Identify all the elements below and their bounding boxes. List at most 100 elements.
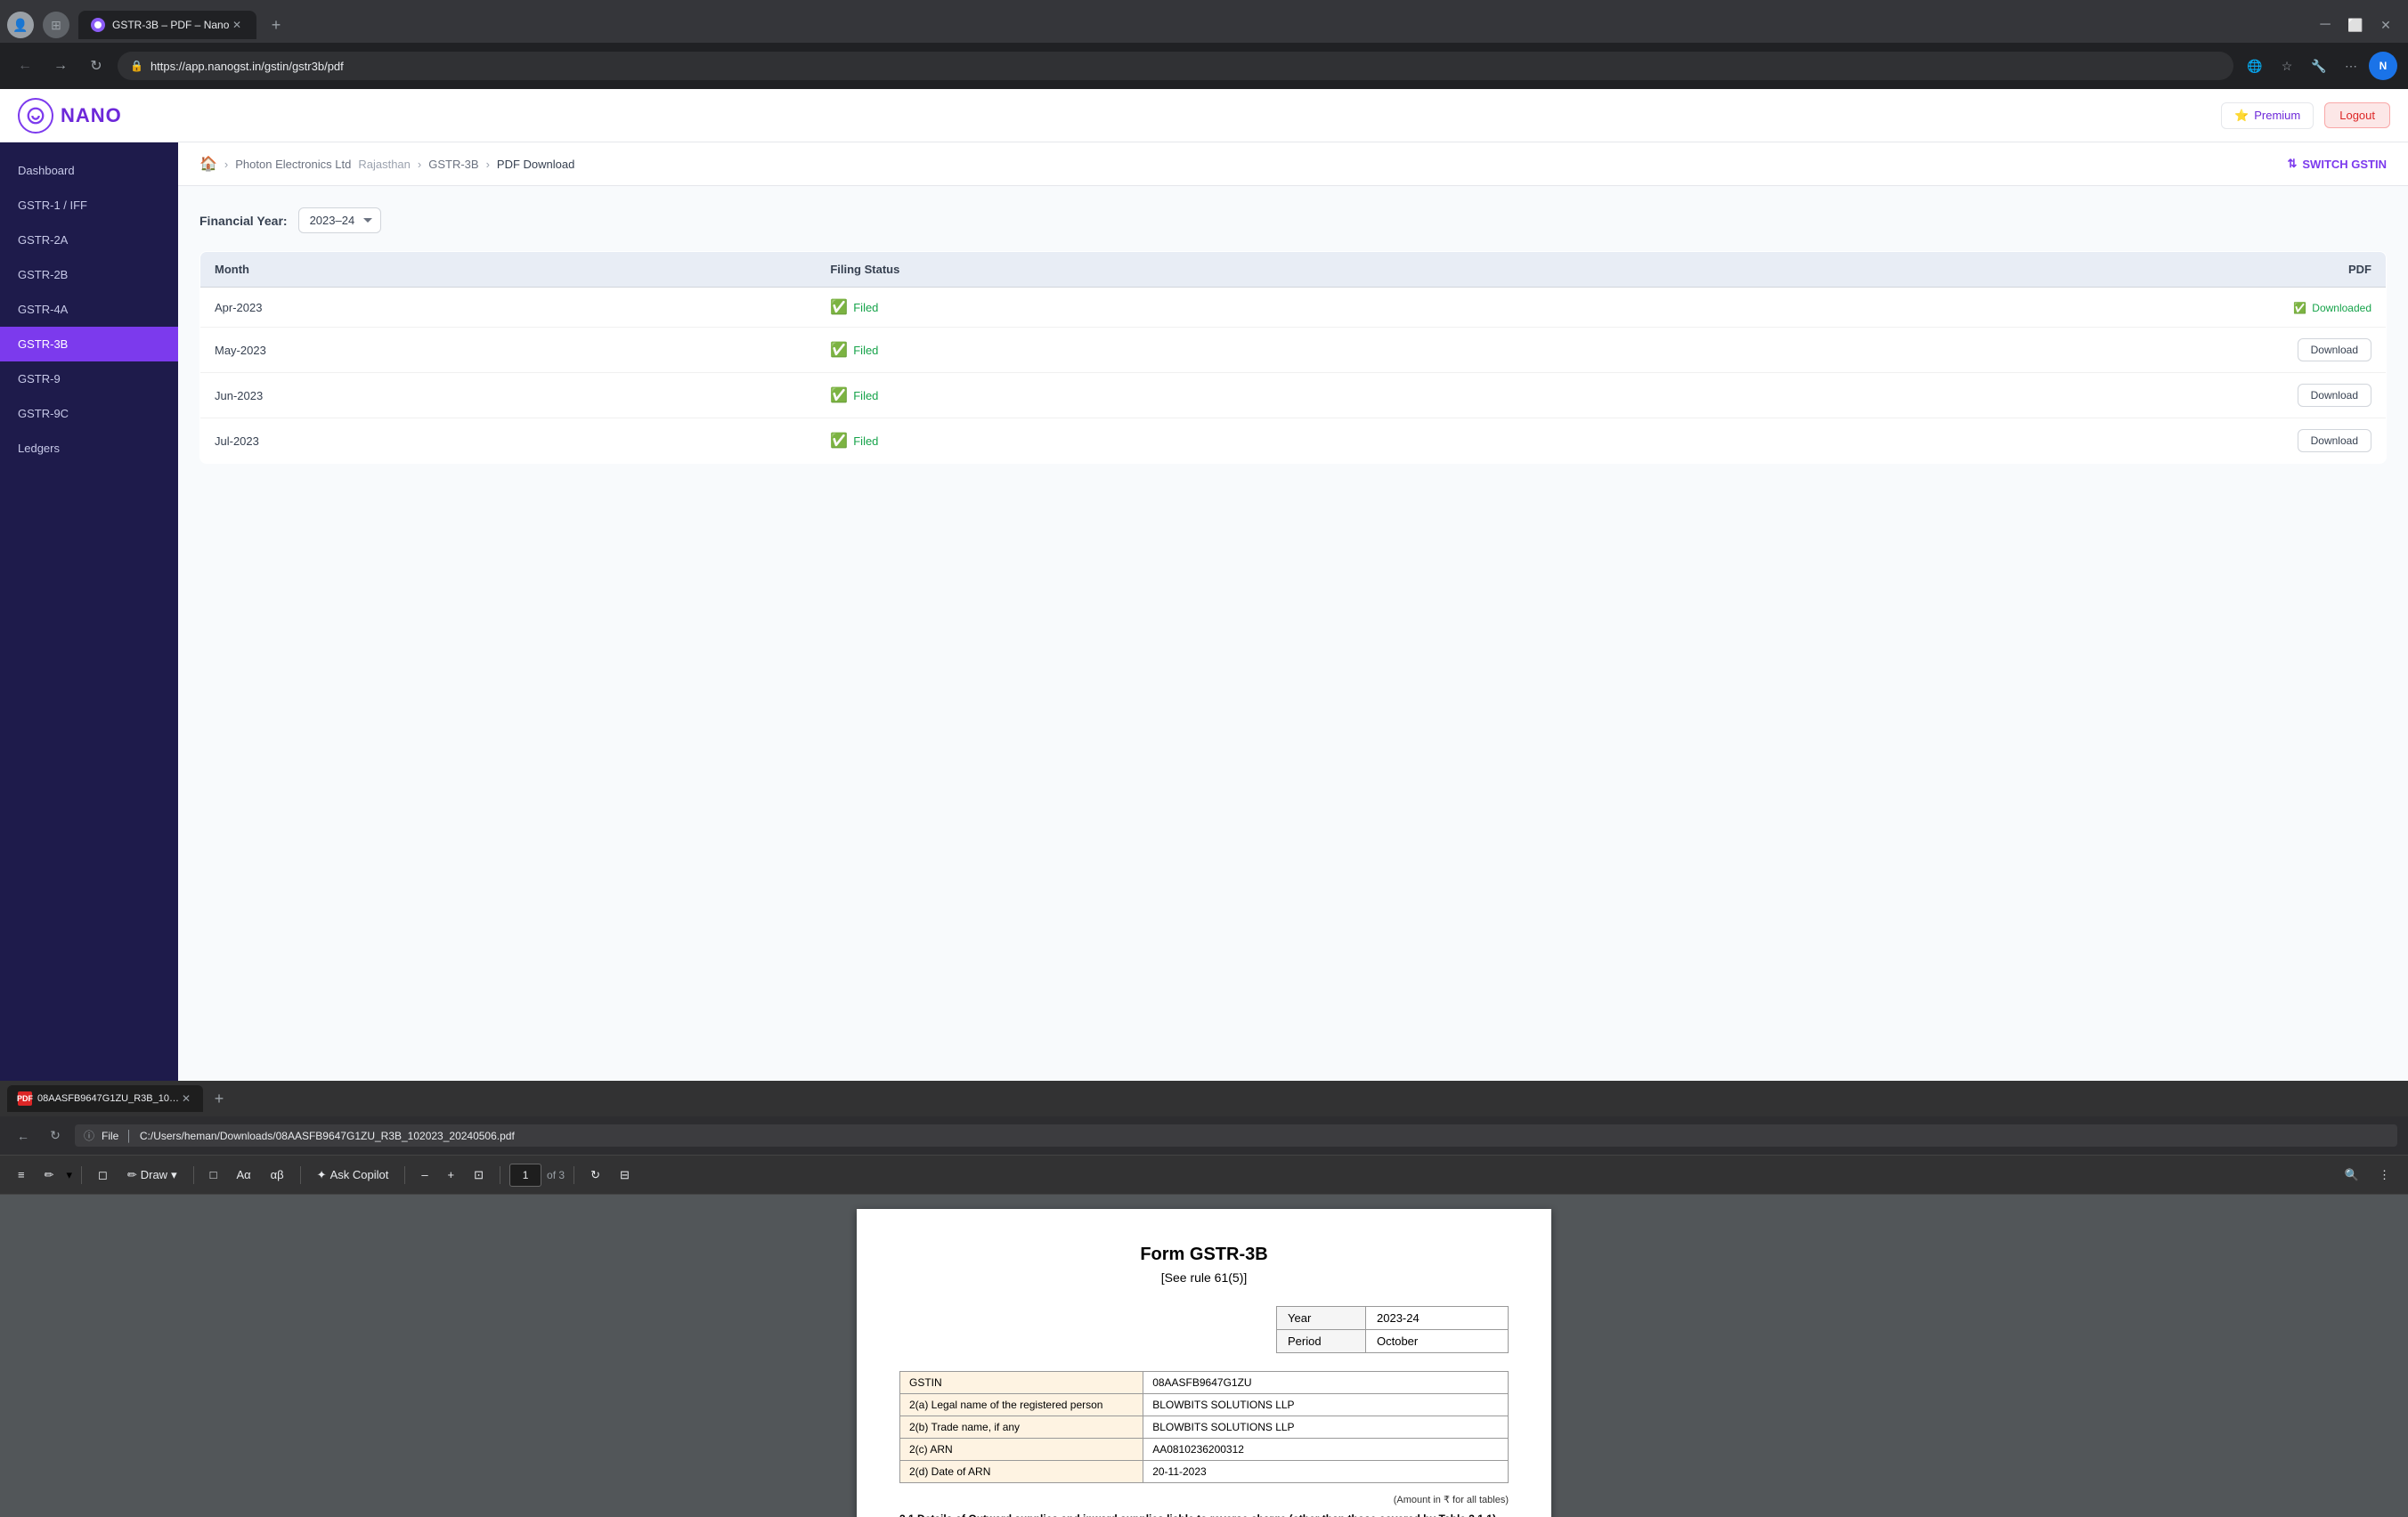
pdf-reload-btn[interactable]: ↻ [43, 1124, 68, 1148]
pdf-rotate-btn[interactable]: ↻ [583, 1163, 607, 1188]
pdf-tab-close-btn[interactable]: ✕ [180, 1091, 192, 1107]
more-btn[interactable]: ⋯ [2337, 52, 2365, 80]
data-table: Month Filing Status PDF Apr-2023 ✅ Filed ✅ … [199, 251, 2387, 464]
pdf-annotate-btn[interactable]: ✏ [37, 1163, 61, 1188]
translate-btn[interactable]: 🌐 [2241, 52, 2269, 80]
downloaded-badge: ✅ Downloaded [2293, 302, 2371, 314]
col-pdf: PDF [1566, 252, 2387, 288]
sidebar-item-ledgers[interactable]: Ledgers [0, 431, 178, 466]
extension-icon[interactable]: N [2369, 52, 2397, 80]
pdf-info-table: Year 2023-24 Period October [1276, 1306, 1509, 1353]
pdf-shape-btn[interactable]: □ [203, 1163, 224, 1188]
home-icon[interactable]: 🏠 [199, 155, 217, 173]
pdf-page-input[interactable] [509, 1164, 541, 1187]
cell-pdf: Download [1566, 418, 2387, 464]
col-status: Filing Status [816, 252, 1566, 288]
back-btn[interactable]: ← [11, 52, 39, 80]
cell-month: Apr-2023 [200, 288, 817, 328]
pdf-page: Form GSTR-3B [See rule 61(5)] Year 2023-… [857, 1209, 1551, 1517]
active-tab[interactable]: GSTR-3B – PDF – Nano ✕ [78, 11, 256, 39]
pdf-ask-copilot-btn[interactable]: ✦ Ask Copilot [310, 1163, 396, 1188]
pdf-more-tools-btn[interactable]: ⋮ [2371, 1163, 2397, 1188]
pdf-fit-btn[interactable]: ⊡ [467, 1163, 491, 1188]
pdf-zoom-out-btn[interactable]: – [414, 1163, 435, 1188]
sidebar-item-gstr1iff[interactable]: GSTR-1 / IFF [0, 188, 178, 223]
pdf-list-view-btn[interactable]: ≡ [11, 1163, 32, 1188]
pdf-text-size-btn[interactable]: Aα [229, 1163, 257, 1188]
breadcrumb-state: Rajasthan [358, 158, 411, 171]
pdf-annotate-dropdown[interactable]: ▾ [67, 1168, 73, 1182]
sidebar-item-gstr2a[interactable]: GSTR-2A [0, 223, 178, 257]
pdf-field-value: 20-11-2023 [1143, 1461, 1509, 1483]
download-btn[interactable]: Download [2298, 338, 2371, 361]
pdf-field-label: 2(a) Legal name of the registered person [900, 1394, 1143, 1416]
minimize-btn[interactable]: ─ [2314, 13, 2337, 37]
switch-gstin-icon: ⇅ [2287, 157, 2297, 171]
col-month: Month [200, 252, 817, 288]
sidebar-item-gstr4a[interactable]: GSTR-4A [0, 292, 178, 327]
pdf-active-tab[interactable]: PDF 08AASFB9647G1ZU_R3B_102023... ✕ [7, 1085, 203, 1112]
switch-gstin-btn[interactable]: ⇅ SWITCH GSTIN [2287, 157, 2387, 171]
download-btn[interactable]: Download [2298, 384, 2371, 407]
pdf-zoom-in-btn[interactable]: + [441, 1163, 462, 1188]
table-header-row: Month Filing Status PDF [200, 252, 2387, 288]
filed-check-icon: ✅ [830, 341, 848, 359]
pdf-toolbar: ≡ ✏ ▾ ◻ ✏ Draw ▾ □ Aα αβ ✦ Ask Copilot –… [0, 1156, 2408, 1195]
breadcrumb-sep-1: › [224, 158, 228, 171]
header-right: ⭐ Premium Logout [2221, 102, 2390, 129]
pdf-eraser-btn[interactable]: ◻ [91, 1163, 115, 1188]
fy-select[interactable]: 2021–22 2022–23 2023–24 2024–25 [298, 207, 381, 233]
pdf-content-area: Form GSTR-3B [See rule 61(5)] Year 2023-… [0, 1195, 2408, 1517]
new-tab-btn[interactable]: + [264, 12, 289, 37]
logout-button[interactable]: Logout [2324, 102, 2390, 128]
content-area: Financial Year: 2021–22 2022–23 2023–24 … [178, 186, 2408, 485]
pdf-search-btn[interactable]: 🔍 [2338, 1163, 2366, 1188]
pdf-field-value: 08AASFB9647G1ZU [1143, 1372, 1509, 1394]
reload-btn[interactable]: ↻ [82, 52, 110, 80]
pdf-year-label: Year [1277, 1307, 1366, 1330]
tab-group: 👤 ⊞ GSTR-3B – PDF – Nano ✕ + [7, 11, 289, 39]
sidebar-item-dashboard[interactable]: Dashboard [0, 153, 178, 188]
profile-avatar[interactable]: 👤 [7, 12, 34, 38]
app-header: NANO ⭐ Premium Logout [0, 89, 2408, 142]
pdf-back-btn[interactable]: ← [11, 1124, 36, 1148]
sidebar-item-gstr9c[interactable]: GSTR-9C [0, 396, 178, 431]
maximize-btn[interactable]: ⬜ [2344, 13, 2367, 37]
tab-close-btn[interactable]: ✕ [230, 18, 244, 32]
switch-gstin-label: SWITCH GSTIN [2302, 158, 2387, 171]
pdf-gstin-row: GSTIN08AASFB9647G1ZU [900, 1372, 1509, 1394]
sidebar-item-gstr2b[interactable]: GSTR-2B [0, 257, 178, 292]
breadcrumb-module[interactable]: GSTR-3B [428, 158, 478, 171]
status-text: Filed [853, 344, 878, 357]
download-btn[interactable]: Download [2298, 429, 2371, 452]
forward-btn[interactable]: → [46, 52, 75, 80]
pdf-file-label: File [102, 1130, 118, 1142]
pdf-new-tab-btn[interactable]: + [207, 1086, 232, 1111]
logo-text: NANO [61, 104, 122, 127]
bookmark-btn[interactable]: ☆ [2273, 52, 2301, 80]
premium-icon: ⭐ [2234, 109, 2249, 123]
pdf-gstin-table: GSTIN08AASFB9647G1ZU2(a) Legal name of t… [899, 1371, 1509, 1483]
breadcrumb-company[interactable]: Photon Electronics Ltd [235, 158, 351, 171]
address-bar[interactable]: 🔒 https://app.nanogst.in/gstin/gstr3b/pd… [118, 52, 2233, 80]
pdf-field-value: AA0810236200312 [1143, 1439, 1509, 1461]
breadcrumb-sep-2: › [418, 158, 421, 171]
browser-right-controls: 🌐 ☆ 🔧 ⋯ N [2241, 52, 2397, 80]
sidebar-item-gstr3b[interactable]: GSTR-3B [0, 327, 178, 361]
logo-icon [18, 98, 53, 134]
pdf-two-page-btn[interactable]: ⊟ [613, 1163, 637, 1188]
pdf-file-sep: │ [126, 1130, 133, 1142]
cell-pdf: ✅ Downloaded [1566, 288, 2387, 328]
premium-button[interactable]: ⭐ Premium [2221, 102, 2314, 129]
pdf-text-edit-btn[interactable]: αβ [264, 1163, 291, 1188]
settings-ext-btn[interactable]: 🔧 [2305, 52, 2333, 80]
pdf-gstin-row: 2(b) Trade name, if anyBLOWBITS SOLUTION… [900, 1416, 1509, 1439]
status-text: Filed [853, 301, 878, 314]
pdf-draw-btn[interactable]: ✏ Draw ▾ [120, 1163, 184, 1188]
pdf-tab-title: 08AASFB9647G1ZU_R3B_102023... [37, 1093, 180, 1104]
pdf-draw-chevron: ▾ [171, 1168, 177, 1182]
tab-grid-btn[interactable]: ⊞ [43, 12, 69, 38]
pdf-gstin-row: 2(c) ARNAA0810236200312 [900, 1439, 1509, 1461]
close-window-btn[interactable]: ✕ [2374, 13, 2397, 37]
sidebar-item-gstr9[interactable]: GSTR-9 [0, 361, 178, 396]
